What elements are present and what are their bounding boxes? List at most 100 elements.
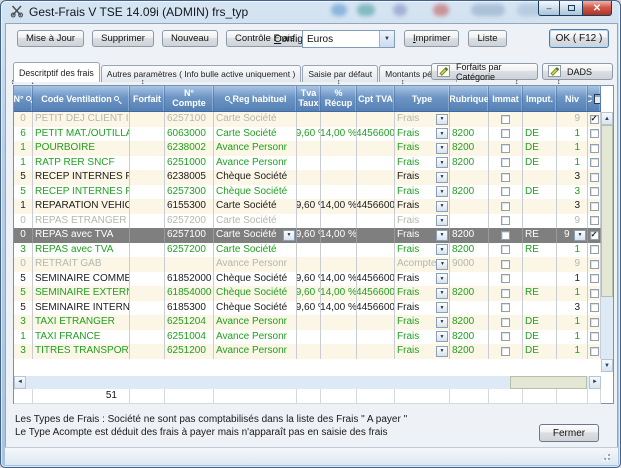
checkbox[interactable] (590, 347, 599, 356)
dropdown-arrow-button[interactable]: ▼ (436, 317, 448, 328)
dropdown-arrow-button[interactable]: ▼ (436, 346, 448, 357)
column-header-n[interactable]: N° (14, 86, 33, 111)
checkbox[interactable] (590, 173, 599, 182)
table-row[interactable]: 0PETIT DEJ CLIENT INV6257100Carte Sociét… (14, 112, 601, 127)
scroll-right-arrow[interactable]: ► (589, 376, 601, 389)
dropdown-arrow-button[interactable]: ▼ (436, 288, 448, 299)
checkbox[interactable] (590, 303, 599, 312)
column-header-immat[interactable]: Immat (489, 86, 523, 111)
column-header-cpt[interactable]: Cpt TVA (357, 86, 395, 111)
table-row[interactable]: 5SEMINAIRE EXTERNE61854000Chèque Société… (14, 286, 601, 301)
checkbox[interactable] (501, 216, 510, 225)
table-row[interactable]: 5RECEP INTERNES PER6238005Chèque Société… (14, 170, 601, 185)
dropdown-arrow-button[interactable]: ▼ (436, 128, 448, 139)
table-row[interactable]: 0RETRAIT GABAvance PersonrAcompte▼90009 (14, 257, 601, 272)
table-row[interactable]: 1RATP RER SNCF6251000Avance PersonrFrais… (14, 156, 601, 171)
dropdown-arrow-button[interactable]: ▼ (436, 273, 448, 284)
checkbox[interactable] (590, 187, 599, 196)
scroll-up-arrow[interactable]: ▲ (601, 112, 613, 125)
tab-autres-parametres[interactable]: Autres paramètres ( Info bulle active un… (101, 65, 302, 82)
checkbox[interactable] (501, 202, 510, 211)
table-row[interactable]: 3REPAS avec TVA6257200Carte SociétéFrais… (14, 243, 601, 258)
checkbox[interactable] (501, 129, 510, 138)
table-row[interactable]: 1REPARATION VEHICUL6155300Carte Société1… (14, 199, 601, 214)
checkbox[interactable] (590, 144, 599, 153)
table-row[interactable]: 1TAXI FRANCE6251004Avance PersonrFrais▼8… (14, 330, 601, 345)
checkbox[interactable] (590, 260, 599, 269)
checkbox[interactable] (501, 318, 510, 327)
table-row[interactable]: 0REPAS avec TVA6257100Carte Société▼19,6… (14, 228, 601, 243)
checkbox[interactable] (590, 332, 599, 341)
checkbox[interactable] (590, 158, 599, 167)
column-header-imput[interactable]: Imput. (523, 86, 557, 111)
ok-button[interactable]: OK ( F12 ) (549, 29, 609, 48)
checkbox[interactable] (501, 173, 510, 182)
checkbox[interactable] (501, 115, 510, 124)
title-bar[interactable]: Gest-Frais V TSE 14.09i (ADMIN) frs_typ … (1, 1, 620, 23)
dropdown-arrow-button[interactable]: ▼ (436, 143, 448, 154)
toolbar-button-imprimer[interactable]: Imprimer (404, 30, 459, 47)
checkbox[interactable] (590, 274, 599, 283)
toolbar-button-nouveau[interactable]: Nouveau (162, 30, 218, 47)
scroll-down-arrow[interactable]: ▼ (601, 359, 613, 372)
scroll-left-arrow[interactable]: ◄ (14, 376, 26, 389)
tab-descritptif-des-frais[interactable]: Descritptif des frais (13, 62, 100, 82)
dropdown-arrow-button[interactable]: ▼ (436, 186, 448, 197)
maximize-button[interactable] (560, 1, 582, 16)
checkbox-checked[interactable]: ✓ (590, 115, 599, 124)
dropdown-arrow-button[interactable]: ▼ (436, 114, 448, 125)
checkbox[interactable] (590, 202, 599, 211)
config-dropdown[interactable]: Euros ▼ (302, 30, 395, 48)
table-row[interactable]: 5SEMINAIRE COMMERCI61852000Chèque Sociét… (14, 272, 601, 287)
checkbox[interactable] (590, 318, 599, 327)
column-header-compte[interactable]: N°Compte (165, 86, 214, 111)
horizontal-scrollbar[interactable]: ◄ ► (14, 376, 601, 389)
table-row[interactable]: 5SEMINAIRE INTERNE6185300Chèque Société1… (14, 301, 601, 316)
checkbox[interactable] (501, 187, 510, 196)
checkbox[interactable] (501, 231, 510, 240)
checkbox[interactable] (501, 245, 510, 254)
dads-button[interactable]: DADS (542, 63, 613, 80)
column-header-code[interactable]: Code Ventilation (33, 86, 130, 111)
dropdown-arrow-button[interactable]: ▼ (574, 230, 586, 241)
toolbar-button-supprimer[interactable]: Supprimer (92, 30, 154, 47)
checkbox[interactable] (501, 274, 510, 283)
close-button[interactable]: ✕ (582, 1, 612, 16)
toolbar-button-mise-a-jour[interactable]: Mise à Jour (17, 30, 84, 47)
fermer-button[interactable]: Fermer (539, 424, 599, 442)
column-header-c[interactable]: C (588, 86, 601, 111)
checkbox[interactable] (590, 289, 599, 298)
dropdown-arrow-button[interactable]: ▼ (436, 331, 448, 342)
column-header-reg[interactable]: Reg habituel (214, 86, 297, 111)
checkbox[interactable] (590, 129, 599, 138)
vertical-scroll-thumb[interactable] (601, 125, 613, 297)
dropdown-arrow-button[interactable]: ▼ (436, 302, 448, 313)
checkbox[interactable] (501, 158, 510, 167)
dropdown-arrow-button[interactable]: ▼ (436, 172, 448, 183)
horizontal-scroll-thumb[interactable] (510, 376, 587, 389)
table-row[interactable]: 5RECEP INTERNES PRO6257300Chèque Société… (14, 185, 601, 200)
table-row[interactable]: 6PETIT MAT./OUTILLAG6063000Carte Société… (14, 127, 601, 142)
table-row[interactable]: 1POURBOIRE6238002Avance PersonrFrais▼820… (14, 141, 601, 156)
vertical-scrollbar[interactable]: ▲ ▼ (601, 112, 613, 372)
column-header-forfait[interactable]: Forfait (130, 86, 165, 111)
table-row[interactable]: 3TAXI ETRANGER6251204Avance PersonrFrais… (14, 315, 601, 330)
checkbox[interactable] (590, 245, 599, 254)
checkbox[interactable] (501, 260, 510, 269)
column-header-rubrique[interactable]: Rubrique (450, 86, 489, 111)
checkbox[interactable] (501, 347, 510, 356)
dropdown-arrow-button[interactable]: ▼ (436, 157, 448, 168)
forfaits-par-categorie-button[interactable]: Forfaits par Catégorie (431, 63, 538, 80)
column-header-niv[interactable]: Niv (557, 86, 588, 111)
column-header-recup[interactable]: %Récup (321, 86, 357, 111)
resize-grip[interactable] (601, 451, 610, 460)
checkbox-checked[interactable]: ✓ (590, 231, 599, 240)
checkbox[interactable] (501, 303, 510, 312)
table-row[interactable]: 0REPAS ETRANGER6257200Carte SociétéFrais… (14, 214, 601, 229)
checkbox[interactable] (501, 332, 510, 341)
column-chooser-icon[interactable] (594, 94, 601, 104)
column-header-tva[interactable]: TvaTaux (297, 86, 321, 111)
column-header-type[interactable]: Type (395, 86, 450, 111)
dropdown-arrow-button[interactable]: ▼ (436, 244, 448, 255)
dropdown-arrow-button[interactable]: ▼ (436, 215, 448, 226)
